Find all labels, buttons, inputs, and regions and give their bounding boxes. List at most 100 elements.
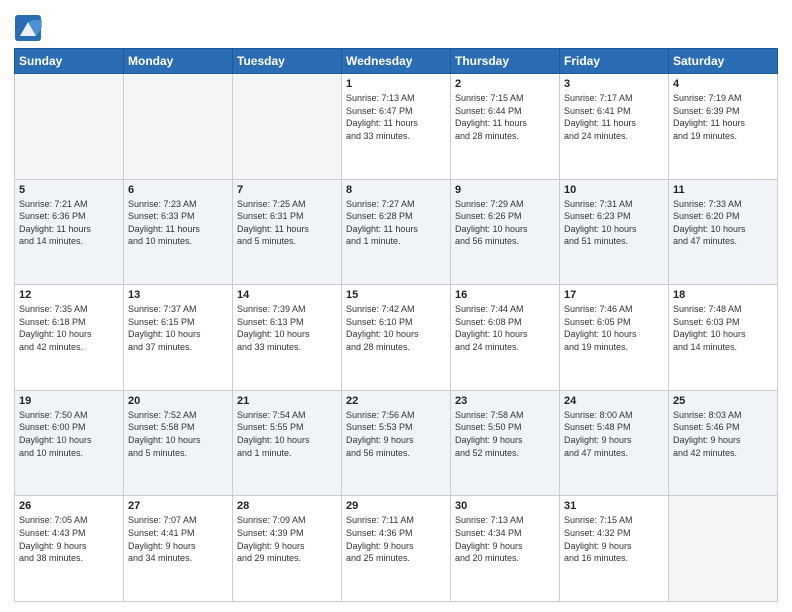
calendar-cell: 30Sunrise: 7:13 AM Sunset: 4:34 PM Dayli… [451,496,560,602]
calendar-cell: 29Sunrise: 7:11 AM Sunset: 4:36 PM Dayli… [342,496,451,602]
day-number: 30 [455,500,555,512]
calendar-cell: 28 Sunrise: 7:09 AM Sunset: 4:39 PM Dayli… [233,496,342,602]
calendar-cell: 21Sunrise: 7:54 AM Sunset: 5:55 PM Dayli… [233,390,342,496]
day-number: 23 [455,395,555,407]
day-number: 25 [673,395,773,407]
calendar-cell: 16 Sunrise: 7:44 AM Sunset: 6:08 PM Dayli… [451,285,560,391]
day-number: 5 [19,184,119,196]
calendar-header-tuesday: Tuesday [233,49,342,74]
week-row-1: 5 Sunrise: 7:21 AM Sunset: 6:36 PM Daylig… [15,179,778,285]
day-info: Sunrise: 7:48 AM Sunset: 6:03 PM Dayligh… [673,303,773,353]
day-info: Sunrise: 7:50 AM Sunset: 6:00 PM Dayligh… [19,409,119,459]
calendar-cell [124,74,233,180]
calendar-header-sunday: Sunday [15,49,124,74]
day-number: 11 [673,184,773,196]
calendar-cell: 31Sunrise: 7:15 AM Sunset: 4:32 PM Dayli… [560,496,669,602]
day-info: Sunrise: 8:00 AM Sunset: 5:48 PM Dayligh… [564,409,664,459]
day-info: Sunrise: 7:27 AM Sunset: 6:28 PM Dayligh… [346,198,446,248]
calendar-cell: 8 Sunrise: 7:27 AM Sunset: 6:28 PM Daylig… [342,179,451,285]
day-number: 31 [564,500,664,512]
day-number: 27 [128,500,228,512]
day-info: Sunrise: 7:19 AM Sunset: 6:39 PM Dayligh… [673,92,773,142]
day-info: Sunrise: 7:05 AM Sunset: 4:43 PM Dayligh… [19,514,119,564]
calendar-header-row: SundayMondayTuesdayWednesdayThursdayFrid… [15,49,778,74]
header [14,10,778,42]
logo-icon [14,14,42,42]
calendar-cell: 1 Sunrise: 7:13 AM Sunset: 6:47 PM Daylig… [342,74,451,180]
calendar-cell: 17 Sunrise: 7:46 AM Sunset: 6:05 PM Dayli… [560,285,669,391]
calendar-cell: 19 Sunrise: 7:50 AM Sunset: 6:00 PM Dayli… [15,390,124,496]
day-number: 21 [237,395,337,407]
day-number: 13 [128,289,228,301]
day-info: Sunrise: 7:17 AM Sunset: 6:41 PM Dayligh… [564,92,664,142]
calendar-cell: 13 Sunrise: 7:37 AM Sunset: 6:15 PM Dayli… [124,285,233,391]
day-number: 18 [673,289,773,301]
calendar-cell: 25 Sunrise: 8:03 AM Sunset: 5:46 PM Dayli… [669,390,778,496]
day-info: Sunrise: 7:13 AM Sunset: 6:47 PM Dayligh… [346,92,446,142]
day-number: 22 [346,395,446,407]
day-info: Sunrise: 7:15 AM Sunset: 6:44 PM Dayligh… [455,92,555,142]
day-info: Sunrise: 7:52 AM Sunset: 5:58 PM Dayligh… [128,409,228,459]
calendar-cell [15,74,124,180]
day-number: 3 [564,78,664,90]
calendar-cell: 6 Sunrise: 7:23 AM Sunset: 6:33 PM Daylig… [124,179,233,285]
calendar-cell: 26 Sunrise: 7:05 AM Sunset: 4:43 PM Dayli… [15,496,124,602]
day-number: 28 [237,500,337,512]
day-info: Sunrise: 7:58 AM Sunset: 5:50 PM Dayligh… [455,409,555,459]
calendar-cell: 18 Sunrise: 7:48 AM Sunset: 6:03 PM Dayli… [669,285,778,391]
day-number: 12 [19,289,119,301]
calendar-cell [233,74,342,180]
day-number: 24 [564,395,664,407]
calendar-header-monday: Monday [124,49,233,74]
day-number: 4 [673,78,773,90]
day-info: Sunrise: 7:29 AM Sunset: 6:26 PM Dayligh… [455,198,555,248]
calendar-cell: 14 Sunrise: 7:39 AM Sunset: 6:13 PM Dayli… [233,285,342,391]
day-number: 17 [564,289,664,301]
day-number: 16 [455,289,555,301]
day-info: Sunrise: 7:23 AM Sunset: 6:33 PM Dayligh… [128,198,228,248]
day-number: 6 [128,184,228,196]
day-number: 20 [128,395,228,407]
day-info: Sunrise: 7:21 AM Sunset: 6:36 PM Dayligh… [19,198,119,248]
calendar-cell: 24 Sunrise: 8:00 AM Sunset: 5:48 PM Dayli… [560,390,669,496]
day-info: Sunrise: 7:07 AM Sunset: 4:41 PM Dayligh… [128,514,228,564]
week-row-0: 1 Sunrise: 7:13 AM Sunset: 6:47 PM Daylig… [15,74,778,180]
calendar-cell: 7 Sunrise: 7:25 AM Sunset: 6:31 PM Daylig… [233,179,342,285]
calendar-header-friday: Friday [560,49,669,74]
day-number: 7 [237,184,337,196]
day-info: Sunrise: 7:35 AM Sunset: 6:18 PM Dayligh… [19,303,119,353]
day-number: 14 [237,289,337,301]
calendar-cell: 2 Sunrise: 7:15 AM Sunset: 6:44 PM Daylig… [451,74,560,180]
week-row-2: 12 Sunrise: 7:35 AM Sunset: 6:18 PM Dayli… [15,285,778,391]
day-number: 19 [19,395,119,407]
day-info: Sunrise: 7:42 AM Sunset: 6:10 PM Dayligh… [346,303,446,353]
day-info: Sunrise: 7:46 AM Sunset: 6:05 PM Dayligh… [564,303,664,353]
calendar-cell: 9Sunrise: 7:29 AM Sunset: 6:26 PM Daylig… [451,179,560,285]
day-number: 26 [19,500,119,512]
calendar-cell: 3 Sunrise: 7:17 AM Sunset: 6:41 PM Daylig… [560,74,669,180]
calendar-cell: 23 Sunrise: 7:58 AM Sunset: 5:50 PM Dayli… [451,390,560,496]
day-info: Sunrise: 7:44 AM Sunset: 6:08 PM Dayligh… [455,303,555,353]
day-info: Sunrise: 7:37 AM Sunset: 6:15 PM Dayligh… [128,303,228,353]
day-number: 2 [455,78,555,90]
calendar-cell: 10Sunrise: 7:31 AM Sunset: 6:23 PM Dayli… [560,179,669,285]
day-info: Sunrise: 8:03 AM Sunset: 5:46 PM Dayligh… [673,409,773,459]
day-info: Sunrise: 7:56 AM Sunset: 5:53 PM Dayligh… [346,409,446,459]
calendar-header-wednesday: Wednesday [342,49,451,74]
day-info: Sunrise: 7:33 AM Sunset: 6:20 PM Dayligh… [673,198,773,248]
calendar-cell: 27 Sunrise: 7:07 AM Sunset: 4:41 PM Dayli… [124,496,233,602]
calendar-cell: 12 Sunrise: 7:35 AM Sunset: 6:18 PM Dayli… [15,285,124,391]
calendar-cell [669,496,778,602]
calendar-cell: 11 Sunrise: 7:33 AM Sunset: 6:20 PM Dayli… [669,179,778,285]
day-number: 1 [346,78,446,90]
calendar-cell: 5 Sunrise: 7:21 AM Sunset: 6:36 PM Daylig… [15,179,124,285]
day-number: 8 [346,184,446,196]
week-row-3: 19 Sunrise: 7:50 AM Sunset: 6:00 PM Dayli… [15,390,778,496]
day-info: Sunrise: 7:09 AM Sunset: 4:39 PM Dayligh… [237,514,337,564]
day-number: 15 [346,289,446,301]
calendar-header-thursday: Thursday [451,49,560,74]
day-info: Sunrise: 7:25 AM Sunset: 6:31 PM Dayligh… [237,198,337,248]
calendar-cell: 4 Sunrise: 7:19 AM Sunset: 6:39 PM Daylig… [669,74,778,180]
page: SundayMondayTuesdayWednesdayThursdayFrid… [0,0,792,612]
day-info: Sunrise: 7:39 AM Sunset: 6:13 PM Dayligh… [237,303,337,353]
